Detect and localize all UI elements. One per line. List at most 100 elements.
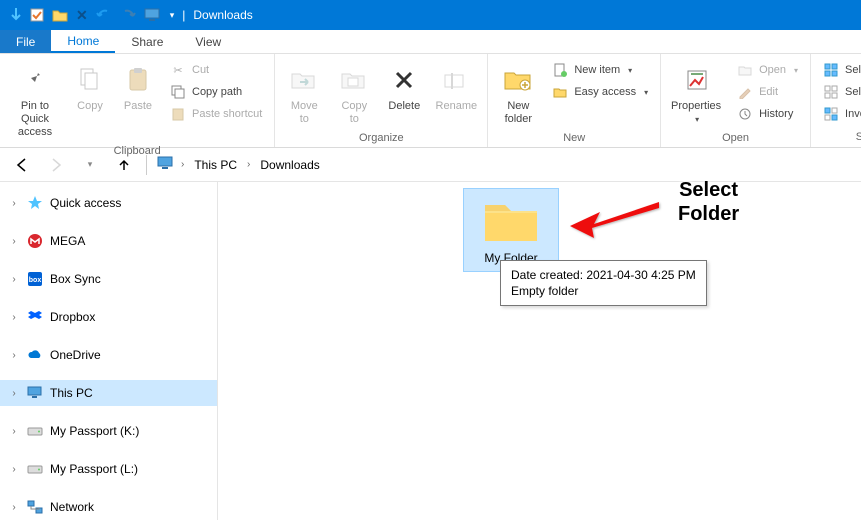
tree-quick-access[interactable]: › Quick access [0,190,217,216]
forward-button[interactable] [44,153,68,177]
folder-icon [479,195,543,247]
tree-label: Quick access [50,196,121,210]
tree-label: Dropbox [50,310,95,324]
chevron-right-icon[interactable]: › [8,464,20,475]
back-button[interactable] [10,153,34,177]
easy-access-label: Easy access [574,86,636,98]
paste-shortcut-button[interactable]: Paste shortcut [164,104,268,124]
breadcrumb[interactable]: › This PC › Downloads [157,155,324,174]
tooltip: Date created: 2021-04-30 4:25 PM Empty f… [500,260,707,306]
tree-passport-k[interactable]: ›My Passport (K:) [0,418,217,444]
tree-this-pc[interactable]: › This PC [0,380,217,406]
chevron-right-icon[interactable]: › [247,159,250,170]
pin-to-quick-access-button[interactable]: Pin to Quick access [6,60,64,143]
crumb-this-pc[interactable]: This PC [190,156,241,174]
chevron-right-icon[interactable]: › [8,426,20,437]
box-icon: box [26,270,44,288]
select-none-icon [823,84,839,100]
copy-icon [78,66,102,94]
properties-button[interactable]: Properties ▾ [667,60,727,130]
cut-button[interactable]: ✂Cut [164,60,268,80]
tree-label: This PC [50,386,93,400]
tree-label: Network [50,500,94,514]
easy-access-icon [552,84,568,100]
select-none-button[interactable]: Select none [817,82,861,102]
checkbox-icon[interactable] [30,8,44,22]
recent-locations-button[interactable]: ▾ [78,153,102,177]
address-bar-row: ▾ › This PC › Downloads [0,148,861,182]
mega-icon [26,232,44,250]
copy-path-label: Copy path [192,86,242,98]
history-button[interactable]: History [731,104,804,124]
tab-home[interactable]: Home [51,30,115,53]
close-x-icon[interactable]: ✕ [76,7,88,24]
tree-onedrive[interactable]: ›OneDrive [0,342,217,368]
delete-button[interactable]: Delete [381,60,427,117]
copy-button[interactable]: Copy [68,60,112,117]
move-to-button[interactable]: Move to [281,60,327,130]
chevron-right-icon[interactable]: › [8,236,20,247]
paste-button[interactable]: Paste [116,60,160,117]
edit-button[interactable]: Edit [731,82,804,102]
group-new: New folder New item▾ Easy access▾ New [488,54,661,147]
tree-box-sync[interactable]: ›boxBox Sync [0,266,217,292]
crumb-downloads[interactable]: Downloads [256,156,323,174]
up-button[interactable] [112,153,136,177]
chevron-right-icon[interactable]: › [8,350,20,361]
down-arrow-icon[interactable] [10,8,22,22]
new-folder-icon [503,67,533,93]
redo-icon[interactable] [120,8,136,22]
qat-dropdown-icon[interactable]: ▾ [170,10,175,21]
tree-network[interactable]: › Network [0,494,217,520]
copy-path-button[interactable]: Copy path [164,82,268,102]
tab-share[interactable]: Share [115,30,179,53]
undo-icon[interactable] [96,8,112,22]
dropbox-icon [26,308,44,326]
chevron-right-icon[interactable]: › [8,274,20,285]
tab-file[interactable]: File [0,30,51,53]
copy-path-icon [170,84,186,100]
network-icon [26,498,44,516]
invert-selection-button[interactable]: Invert selection [817,104,861,124]
chevron-right-icon[interactable]: › [8,502,20,513]
easy-access-button[interactable]: Easy access▾ [546,82,654,102]
new-item-button[interactable]: New item▾ [546,60,654,80]
group-organize: Move to Copy to Delete Rename Organize [275,54,488,147]
drive-icon [26,460,44,478]
body: ›Quick access ›MEGA ›boxBox Sync ›Dropbo… [0,182,861,520]
pin-label: Pin to Quick access [8,100,62,139]
rename-button[interactable]: Rename [431,60,481,117]
tree-mega[interactable]: ›MEGA [0,228,217,254]
chevron-right-icon[interactable]: › [181,159,184,170]
chevron-right-icon[interactable]: › [8,198,20,209]
tree-label: My Passport (L:) [50,462,138,476]
group-clipboard: Pin to Quick access Copy Paste ✂Cut Copy… [0,54,275,147]
tree-dropbox[interactable]: › Dropbox [0,304,217,330]
move-to-label: Move to [291,100,318,126]
chevron-down-icon: ▾ [628,66,632,75]
open-icon [737,62,753,78]
chevron-right-icon[interactable]: › [8,388,20,399]
invert-selection-label: Invert selection [845,108,861,120]
tree-passport-l[interactable]: › My Passport (L:) [0,456,217,482]
open-label: Open [759,64,786,76]
group-open-label: Open [667,130,804,148]
open-button[interactable]: Open▾ [731,60,804,80]
copy-to-button[interactable]: Copy to [331,60,377,130]
rename-label: Rename [436,100,478,113]
folder-icon[interactable] [52,8,68,22]
chevron-right-icon[interactable]: › [8,312,20,323]
delete-icon [393,69,415,91]
select-all-button[interactable]: Select all [817,60,861,80]
tab-view[interactable]: View [179,30,237,53]
annotation-line-1: Select [678,178,739,202]
group-select-label: Select [817,129,861,147]
properties-icon [685,68,709,92]
pin-icon [21,66,49,94]
title-separator: | [182,8,185,22]
monitor-icon[interactable] [144,8,162,22]
annotation-arrow [564,192,664,242]
copy-to-icon [340,68,368,92]
content-pane[interactable]: My Folder Date created: 2021-04-30 4:25 … [218,182,861,520]
new-folder-button[interactable]: New folder [494,60,542,130]
